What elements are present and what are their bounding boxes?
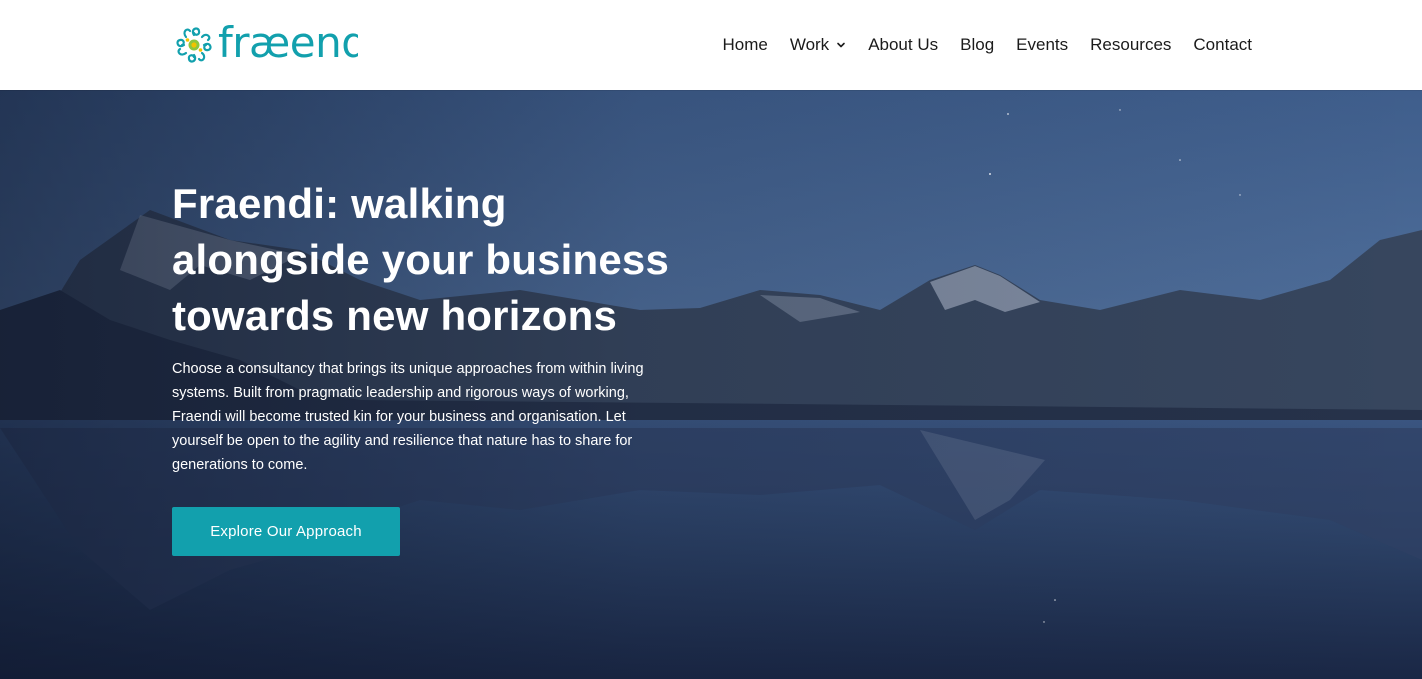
nav-item-label: Contact — [1193, 35, 1252, 54]
nav-item-home[interactable]: Home — [722, 33, 767, 57]
nav-item-label: Resources — [1090, 35, 1172, 54]
nav-item-work[interactable]: Work — [790, 33, 846, 57]
site-header: fræendi Home Work About Us Blog Events R… — [0, 0, 1422, 90]
nav-item-label: Events — [1016, 35, 1069, 54]
hero-section: Fraendi: walking alongside your business… — [0, 90, 1422, 679]
nav-item-label: Work — [789, 35, 830, 54]
hero-description: Choose a consultancy that brings its uni… — [172, 361, 644, 473]
explore-approach-button[interactable]: Explore Our Approach — [172, 507, 400, 556]
logo-wordmark-text: fræendi — [218, 21, 358, 65]
nav-item-contact[interactable]: Contact — [1193, 33, 1252, 57]
nav-item-label: Home — [722, 35, 768, 54]
nav-item-about-us[interactable]: About Us — [868, 33, 938, 57]
nav-item-events[interactable]: Events — [1016, 33, 1068, 57]
nav-item-resources[interactable]: Resources — [1090, 33, 1171, 57]
nav-item-blog[interactable]: Blog — [960, 33, 994, 57]
main-nav: Home Work About Us Blog Events Resources… — [722, 33, 1252, 57]
chevron-down-icon — [837, 42, 845, 48]
nav-item-label: About Us — [868, 35, 939, 54]
hero-title: Fraendi: walking alongside your business… — [172, 180, 670, 339]
site-logo[interactable]: fræendi — [172, 21, 358, 68]
spiral-flower-icon — [176, 27, 212, 63]
logo-wordmark: fræendi — [218, 21, 358, 65]
nav-item-label: Blog — [960, 35, 995, 54]
